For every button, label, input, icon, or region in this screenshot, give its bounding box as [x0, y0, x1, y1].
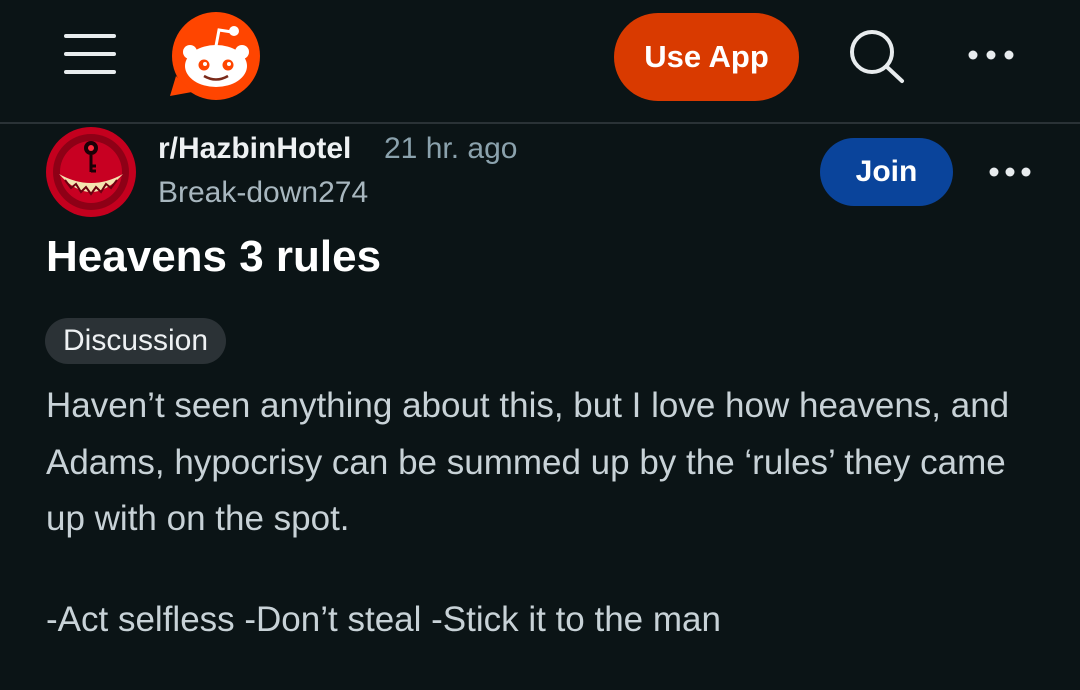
use-app-button[interactable]: Use App — [614, 13, 799, 101]
search-icon[interactable] — [846, 28, 906, 84]
subreddit-avatar[interactable] — [45, 126, 137, 218]
post-body: Haven’t seen anything about this, but I … — [46, 378, 1036, 648]
post-timestamp: 21 hr. ago — [384, 132, 518, 165]
hamburger-menu-icon[interactable] — [62, 32, 118, 78]
subreddit-name[interactable]: r/HazbinHotel — [158, 132, 351, 166]
post-body-paragraph: Haven’t seen anything about this, but I … — [46, 386, 1010, 538]
top-bar: Use App — [0, 0, 1080, 124]
post-title: Heavens 3 rules — [46, 232, 382, 281]
reddit-logo[interactable] — [166, 12, 262, 104]
join-button[interactable]: Join — [820, 138, 953, 206]
post-flair-badge[interactable]: Discussion — [45, 318, 227, 364]
more-dots-icon[interactable] — [966, 40, 1016, 70]
post-body-paragraph: -Act selfless -Don’t steal -Stick it to … — [46, 599, 721, 639]
more-dots-icon[interactable] — [988, 158, 1032, 186]
post-author[interactable]: Break-down274 — [158, 176, 368, 210]
